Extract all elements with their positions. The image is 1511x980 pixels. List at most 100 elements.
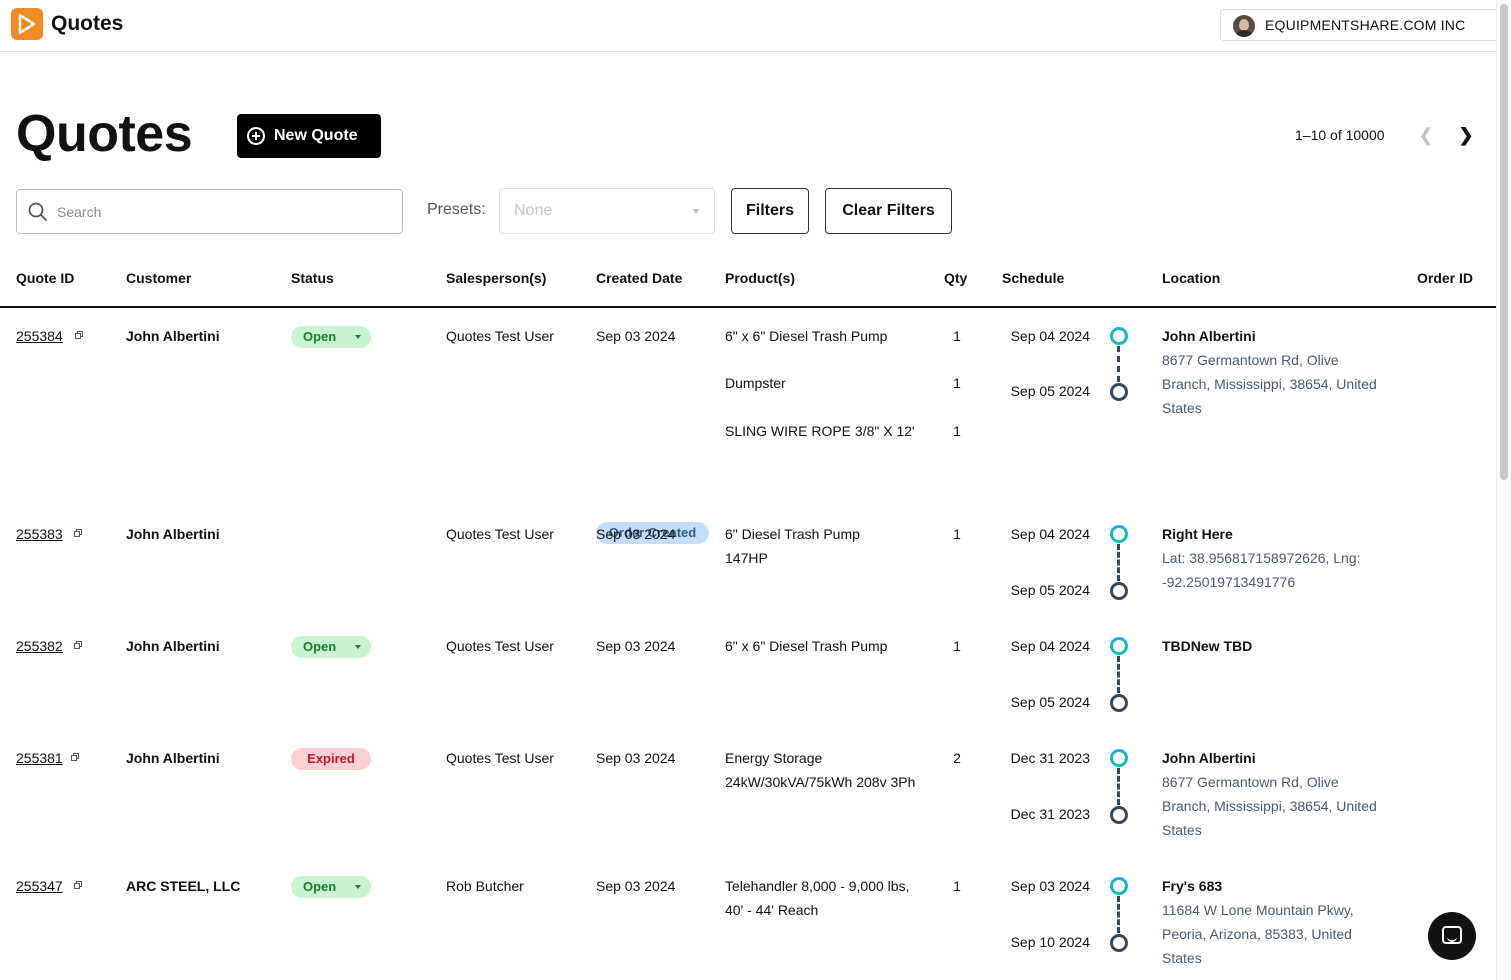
schedule-start-icon [1110, 327, 1128, 345]
chevron-down-icon [355, 645, 361, 649]
product-name: 6" x 6" Diesel Trash Pump [725, 328, 888, 344]
search-box[interactable] [16, 189, 403, 234]
schedule-connector [1117, 768, 1120, 805]
account-menu-button[interactable]: EQUIPMENTSHARE.COM INC [1220, 9, 1510, 41]
app-title: Quotes [51, 12, 124, 35]
quote-id-link[interactable]: 255382 [16, 634, 63, 658]
location-name: John Albertini [1162, 750, 1256, 766]
plus-circle-icon [247, 127, 265, 145]
product-qty: 1 [953, 423, 961, 439]
schedule-start-icon [1110, 637, 1128, 655]
product-qty: 1 [953, 526, 961, 542]
location-name: Fry's 683 [1162, 878, 1223, 894]
copy-icon[interactable] [74, 641, 83, 650]
product-qty: 1 [953, 328, 961, 344]
column-header-order-id[interactable]: Order ID [1417, 270, 1473, 286]
product-qty: 1 [953, 878, 961, 894]
column-header-qty[interactable]: Qty [944, 270, 967, 286]
new-quote-label: New Quote [274, 127, 358, 144]
chat-button[interactable] [1428, 912, 1476, 960]
created-date: Sep 03 2024 [596, 328, 676, 344]
schedule-connector [1117, 544, 1120, 581]
status-badge[interactable]: Open [291, 636, 371, 658]
account-name: EQUIPMENTSHARE.COM INC [1265, 17, 1466, 33]
status-badge[interactable]: Open [291, 876, 371, 898]
column-header-customer[interactable]: Customer [126, 270, 191, 286]
scrollbar-thumb[interactable] [1500, 4, 1508, 480]
product-name: 6" Diesel Trash Pump 147HP [725, 526, 860, 566]
presets-select[interactable]: None [499, 188, 715, 234]
dropdown-caret-icon [692, 209, 700, 214]
schedule-start-icon [1110, 525, 1128, 543]
created-date: Sep 03 2024 [596, 878, 676, 894]
schedule-end: Dec 31 2023 [1010, 806, 1090, 822]
avatar [1233, 15, 1255, 37]
schedule-end-icon [1110, 383, 1128, 401]
header-divider [0, 306, 1496, 308]
column-header-quote-id[interactable]: Quote ID [16, 270, 74, 286]
location-name: Right Here [1162, 526, 1233, 542]
filters-button[interactable]: Filters [731, 188, 809, 234]
column-header-salesperson[interactable]: Salesperson(s) [446, 270, 546, 286]
status-label: Open [303, 879, 337, 894]
schedule-end-icon [1110, 694, 1128, 712]
new-quote-button[interactable]: New Quote [237, 114, 381, 158]
schedule-start: Dec 31 2023 [1010, 750, 1090, 766]
product-name: Dumpster [725, 375, 786, 391]
status-label: Open [303, 639, 337, 654]
schedule-start: Sep 03 2024 [1010, 878, 1090, 894]
schedule-connector [1117, 656, 1120, 693]
schedule-end: Sep 05 2024 [1010, 582, 1090, 598]
chevron-down-icon [355, 885, 361, 889]
schedule-end-icon [1110, 934, 1128, 952]
schedule-connector [1117, 896, 1120, 933]
schedule-end: Sep 10 2024 [1010, 934, 1090, 950]
clear-filters-button[interactable]: Clear Filters [825, 188, 952, 234]
product-qty: 2 [953, 750, 961, 766]
quote-id-link[interactable]: 255381 [16, 746, 63, 770]
salesperson: Rob Butcher [446, 878, 524, 894]
page-title: Quotes [16, 105, 193, 163]
pagination-range: 1–10 of 10000 [1295, 127, 1385, 143]
schedule-start-icon [1110, 877, 1128, 895]
next-page-button[interactable]: ❯ [1456, 124, 1476, 146]
chat-icon [1442, 926, 1462, 944]
product-name: 6" x 6" Diesel Trash Pump [725, 638, 888, 654]
created-date: Sep 03 2024 [596, 638, 676, 654]
schedule-start: Sep 04 2024 [1010, 328, 1090, 344]
product-name: Telehandler 8,000 - 9,000 lbs, 40' - 44'… [725, 878, 910, 918]
chevron-down-icon [355, 335, 361, 339]
app-logo-icon[interactable] [11, 8, 43, 40]
search-input[interactable] [55, 200, 389, 224]
quote-id-link[interactable]: 255347 [16, 874, 63, 898]
product-qty: 1 [953, 375, 961, 391]
status-label: Open [303, 329, 337, 344]
column-header-status[interactable]: Status [291, 270, 334, 286]
location-name: TBDNew TBD [1162, 638, 1253, 654]
schedule-end: Sep 05 2024 [1010, 383, 1090, 399]
quote-id-link[interactable]: 255383 [16, 522, 63, 546]
copy-icon[interactable] [71, 753, 80, 762]
scrollbar[interactable] [1496, 0, 1511, 980]
salesperson: Quotes Test User [446, 638, 554, 654]
copy-icon[interactable] [74, 881, 83, 890]
column-header-schedule[interactable]: Schedule [1002, 270, 1064, 286]
quote-id-link[interactable]: 255384 [16, 324, 63, 348]
created-date: Sep 03 2024 [596, 750, 676, 766]
product-name: Energy Storage 24kW/30kVA/75kWh 208v 3Ph [725, 750, 916, 790]
location-address: 11684 W Lone Mountain Pkwy, Peoria, Ariz… [1162, 902, 1354, 966]
copy-icon[interactable] [75, 331, 84, 340]
location-address: 8677 Germantown Rd, Olive Branch, Missis… [1162, 352, 1377, 416]
column-header-location[interactable]: Location [1162, 270, 1220, 286]
copy-icon[interactable] [74, 529, 83, 538]
customer-name: John Albertini [126, 526, 220, 542]
location-name: John Albertini [1162, 328, 1256, 344]
schedule-end-icon [1110, 582, 1128, 600]
column-header-created-date[interactable]: Created Date [596, 270, 682, 286]
previous-page-button[interactable]: ❮ [1416, 124, 1436, 146]
column-header-products[interactable]: Product(s) [725, 270, 795, 286]
schedule-start-icon [1110, 749, 1128, 767]
schedule-end-icon [1110, 806, 1128, 824]
status-badge[interactable]: Open [291, 326, 371, 348]
schedule-connector [1117, 346, 1120, 382]
